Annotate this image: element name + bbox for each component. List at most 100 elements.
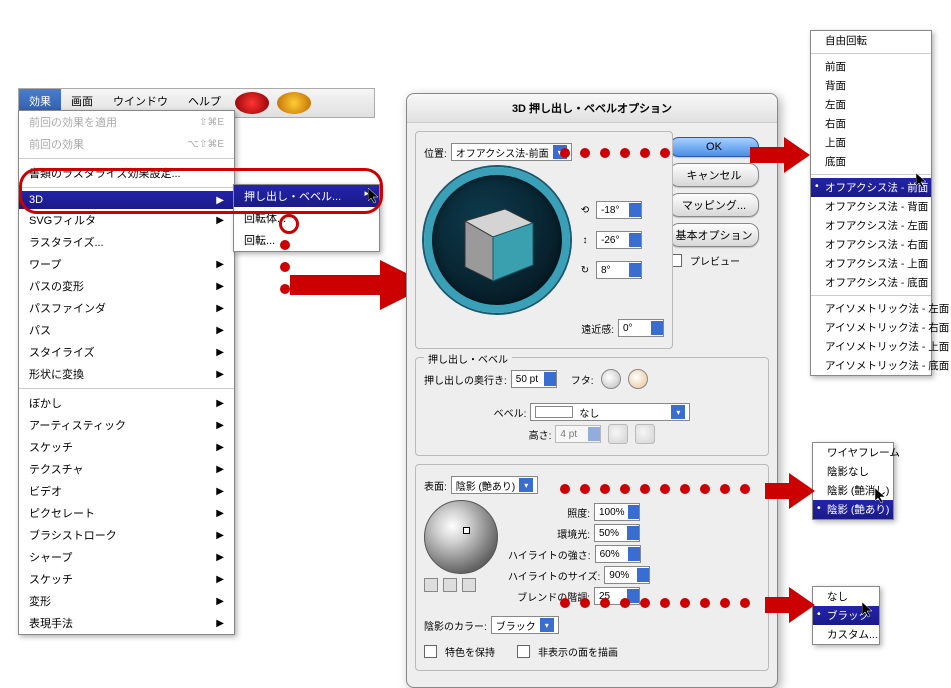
item-rasterize[interactable]: ラスタライズ... — [19, 231, 234, 253]
item-distort2[interactable]: 変形▶ — [19, 590, 234, 612]
item-pathfinder[interactable]: パスファインダ▶ — [19, 297, 234, 319]
bevel-out-icon[interactable] — [635, 424, 655, 444]
group-surface: 表面: 陰影 (艶あり)▾ 照度:100% 環境光:50% — [415, 464, 769, 671]
perspective-label: 遠近感: — [581, 321, 614, 336]
item-stylize2[interactable]: スケッチ▶ — [19, 568, 234, 590]
dialog-title: 3D 押し出し・ベベルオプション — [407, 94, 777, 123]
angle-x-field[interactable]: -18° — [596, 201, 642, 219]
item-last-effect: 前回の効果⌥⇧⌘E — [19, 133, 234, 155]
perspective-field[interactable]: 0° — [618, 319, 664, 337]
highlight-int-field[interactable]: 60% — [595, 545, 641, 563]
item-texture[interactable]: テクスチャ▶ — [19, 458, 234, 480]
group-extrude-bevel: 押し出し・ベベル 押し出しの奥行き: 50 pt フタ: ベベル: なし ▾ 高… — [415, 357, 769, 456]
angle-z-field[interactable]: 8° — [596, 261, 642, 279]
sub-revolve[interactable]: 回転体... — [234, 207, 379, 229]
sub-extrude-bevel[interactable]: 押し出し・ベベル...▸ — [234, 185, 379, 207]
cursor-icon-3 — [875, 488, 887, 504]
app-icon-1 — [235, 92, 269, 114]
pos-left[interactable]: 左面 — [811, 95, 931, 114]
shade-color-dropdown[interactable]: ブラック▾ — [491, 616, 559, 634]
bevel-dropdown[interactable]: なし ▾ — [530, 403, 690, 421]
light-new-icon[interactable] — [443, 578, 457, 592]
item-3d[interactable]: 3D▶ — [19, 191, 234, 209]
pos-right[interactable]: 右面 — [811, 114, 931, 133]
pos-front[interactable]: 前面 — [811, 57, 931, 76]
pos-top[interactable]: 上面 — [811, 133, 931, 152]
blend-field[interactable]: 25 — [594, 587, 640, 605]
pos-iso-bottom[interactable]: アイソメトリック法 - 底面 — [811, 356, 931, 375]
rotation-cube-widget[interactable] — [424, 167, 570, 313]
pos-free-rotate[interactable]: 自由回転 — [811, 31, 931, 50]
item-rasterize-settings[interactable]: 書類のラスタライズ効果設定... — [19, 162, 234, 184]
item-svg-filter[interactable]: SVGフィルタ▶ — [19, 209, 234, 231]
item-apply-last: 前回の効果を適用⇧⌘E — [19, 111, 234, 133]
extrude-depth-label: 押し出しの奥行き: — [424, 372, 507, 387]
pos-iso-right[interactable]: アイソメトリック法 - 右面 — [811, 318, 931, 337]
item-blur[interactable]: ぼかし▶ — [19, 392, 234, 414]
item-artistic[interactable]: アーティスティック▶ — [19, 414, 234, 436]
item-convert-shape[interactable]: 形状に変換▶ — [19, 363, 234, 385]
intensity-field[interactable]: 100% — [594, 503, 640, 521]
dialog-3d-extrude: 3D 押し出し・ベベルオプション OK キャンセル マッピング... 基本オプシ… — [406, 93, 778, 688]
height-label: 高さ: — [529, 427, 552, 442]
item-sharpen[interactable]: シャープ▶ — [19, 546, 234, 568]
cap-on-icon[interactable] — [601, 369, 621, 389]
item-render[interactable]: 表現手法▶ — [19, 612, 234, 634]
ok-button[interactable]: OK — [669, 137, 759, 157]
preserve-spot-checkbox[interactable] — [424, 645, 437, 658]
light-handle[interactable] — [463, 527, 470, 534]
item-brush[interactable]: ブラシストローク▶ — [19, 524, 234, 546]
item-distort[interactable]: パスの変形▶ — [19, 275, 234, 297]
height-field[interactable]: 4 pt — [555, 425, 601, 443]
cap-off-icon[interactable] — [628, 369, 648, 389]
bevel-in-icon[interactable] — [608, 424, 628, 444]
shade-custom[interactable]: カスタム... — [813, 625, 879, 644]
item-path[interactable]: パス▶ — [19, 319, 234, 341]
position-label: 位置: — [424, 145, 447, 160]
submenu-3d: 押し出し・ベベル...▸ 回転体... 回転... — [233, 184, 380, 252]
cursor-icon-4 — [862, 602, 874, 618]
surf-none[interactable]: 陰影なし — [813, 462, 893, 481]
light-back-icon[interactable] — [424, 578, 438, 592]
item-video[interactable]: ビデオ▶ — [19, 480, 234, 502]
item-warp[interactable]: ワープ▶ — [19, 253, 234, 275]
item-pixelate[interactable]: ピクセレート▶ — [19, 502, 234, 524]
cursor-icon-1 — [368, 188, 380, 204]
popup-position-presets: 自由回転 前面 背面 左面 右面 上面 底面 オフアクシス法 - 前面 オフアク… — [810, 30, 932, 376]
surface-label: 表面: — [424, 478, 447, 493]
pos-off-right[interactable]: オフアクシス法 - 右面 — [811, 235, 931, 254]
dialog-button-col: OK キャンセル マッピング... 基本オプション プレビュー — [669, 129, 769, 279]
item-stylize[interactable]: スタイライズ▶ — [19, 341, 234, 363]
light-sphere-widget[interactable] — [424, 500, 498, 574]
ambient-field[interactable]: 50% — [594, 524, 640, 542]
angle-y-field[interactable]: -26° — [596, 231, 642, 249]
effect-menu: 前回の効果を適用⇧⌘E 前回の効果⌥⇧⌘E 書類のラスタライズ効果設定... 3… — [18, 110, 235, 635]
map-art-button[interactable]: マッピング... — [669, 193, 759, 217]
pos-off-back[interactable]: オフアクシス法 - 背面 — [811, 197, 931, 216]
app-icon-2 — [277, 92, 311, 114]
item-sketch[interactable]: スケッチ▶ — [19, 436, 234, 458]
extrude-depth-field[interactable]: 50 pt — [511, 370, 557, 388]
pos-bottom[interactable]: 底面 — [811, 152, 931, 171]
draw-hidden-checkbox[interactable] — [517, 645, 530, 658]
pos-off-front[interactable]: オフアクシス法 - 前面 — [811, 178, 931, 197]
pos-off-bottom[interactable]: オフアクシス法 - 底面 — [811, 273, 931, 292]
cancel-button[interactable]: キャンセル — [669, 163, 759, 187]
position-dropdown[interactable]: オフアクシス法-前面▾ — [451, 143, 572, 161]
sub-rotate[interactable]: 回転... — [234, 229, 379, 251]
preview-label: プレビュー — [690, 253, 740, 268]
pos-off-left[interactable]: オフアクシス法 - 左面 — [811, 216, 931, 235]
cursor-icon-2 — [916, 173, 928, 189]
surf-wireframe[interactable]: ワイヤフレーム — [813, 443, 893, 462]
bevel-label: ベベル: — [494, 405, 527, 420]
highlight-size-field[interactable]: 90% — [604, 566, 650, 584]
cap-label: フタ: — [571, 372, 594, 387]
light-delete-icon[interactable] — [462, 578, 476, 592]
pos-back[interactable]: 背面 — [811, 76, 931, 95]
pos-iso-top[interactable]: アイソメトリック法 - 上面 — [811, 337, 931, 356]
pos-iso-left[interactable]: アイソメトリック法 - 左面 — [811, 299, 931, 318]
group-position: 位置: オフアクシス法-前面▾ ⟲-18° ↕-26° ↻8° — [415, 131, 673, 349]
pos-off-top[interactable]: オフアクシス法 - 上面 — [811, 254, 931, 273]
surface-dropdown[interactable]: 陰影 (艶あり)▾ — [451, 476, 538, 494]
more-options-button[interactable]: 基本オプション — [669, 223, 759, 247]
